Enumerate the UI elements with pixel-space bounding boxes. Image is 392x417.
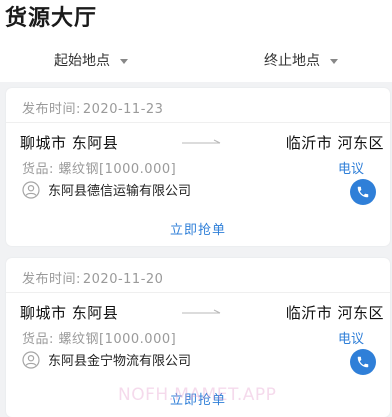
page-title: 货源大厅 xyxy=(5,6,98,31)
publish-date: 2020-11-23 xyxy=(82,102,164,117)
phone-icon xyxy=(357,356,369,368)
goods-info: 货品: 螺纹钢[1000.000] xyxy=(22,332,177,347)
publish-time: 发布时间: 2020-11-20 xyxy=(22,268,163,287)
listing-card[interactable]: 发布时间: 2020-11-23 聊城市 东阿县 临沂市 河东区 货品: 螺纹钢[… xyxy=(6,88,390,246)
header-bar: 货源大厅 起始地点 终止地点 xyxy=(0,0,392,82)
end-location-label: 终止地点 xyxy=(264,53,320,69)
end-location-filter[interactable]: 终止地点 xyxy=(264,50,338,70)
listing-card[interactable]: 发布时间: 2020-11-20 聊城市 东阿县 临沂市 河东区 货品: 螺纹钢[… xyxy=(6,258,390,417)
start-location-filter[interactable]: 起始地点 xyxy=(54,50,128,70)
publish-time: 发布时间: 2020-11-23 xyxy=(22,98,163,117)
company-name: 东阿县德信运输有限公司 xyxy=(48,184,192,199)
destination-location: 临沂市 河东区 xyxy=(285,304,384,322)
origin-location: 聊城市 东阿县 xyxy=(20,134,119,152)
goods-info: 货品: 螺纹钢[1000.000] xyxy=(22,162,177,177)
user-avatar-icon xyxy=(22,180,40,199)
publish-label: 发布时间: xyxy=(22,272,81,287)
route-arrow-icon xyxy=(182,309,221,314)
caret-down-icon xyxy=(330,58,338,64)
publish-date: 2020-11-20 xyxy=(82,272,164,287)
user-avatar-icon xyxy=(22,350,40,369)
start-location-label: 起始地点 xyxy=(54,53,110,69)
grab-order-button[interactable]: 立即抢单 xyxy=(6,389,390,408)
company-name: 东阿县金宁物流有限公司 xyxy=(48,354,192,369)
company-row: 东阿县德信运输有限公司 xyxy=(22,180,191,199)
company-row: 东阿县金宁物流有限公司 xyxy=(22,350,191,369)
phone-icon xyxy=(357,186,369,198)
price-negotiable[interactable]: 电议 xyxy=(338,158,364,177)
caret-down-icon xyxy=(120,58,128,64)
call-button[interactable] xyxy=(350,179,376,205)
route-arrow-icon xyxy=(182,139,221,144)
destination-location: 临沂市 河东区 xyxy=(285,134,384,152)
card-divider xyxy=(6,292,390,293)
grab-order-button[interactable]: 立即抢单 xyxy=(6,219,390,238)
call-button[interactable] xyxy=(350,349,376,375)
price-negotiable[interactable]: 电议 xyxy=(338,328,364,347)
card-divider xyxy=(6,122,390,123)
publish-label: 发布时间: xyxy=(22,102,81,117)
origin-location: 聊城市 东阿县 xyxy=(20,304,119,322)
